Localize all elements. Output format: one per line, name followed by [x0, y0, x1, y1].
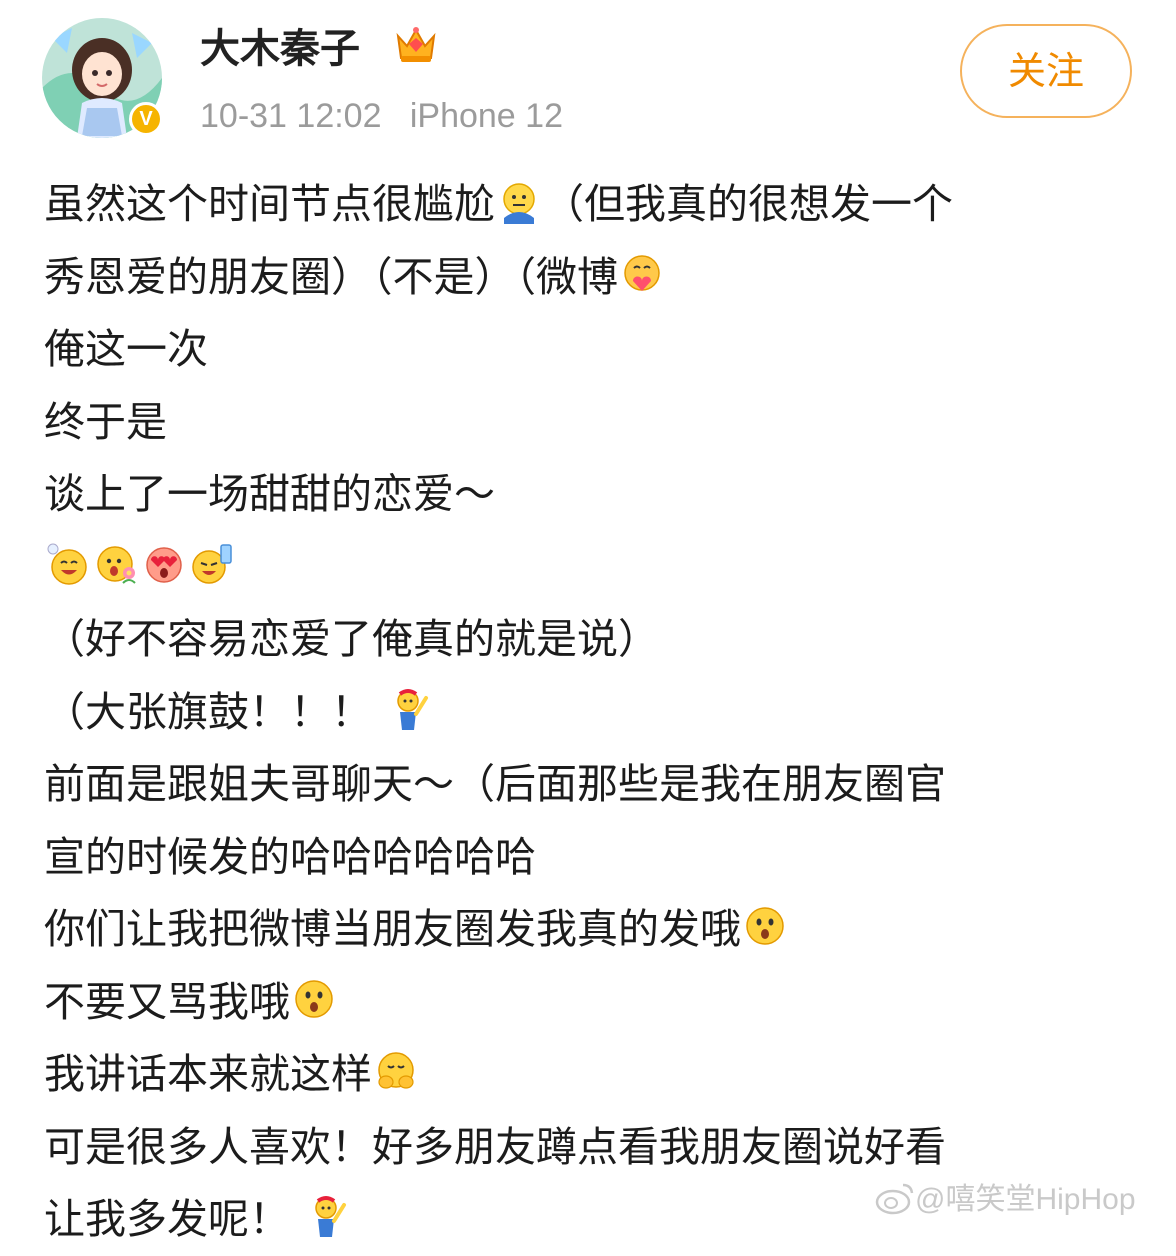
hugging-heart-face-icon: [619, 251, 665, 297]
emoji-row: [44, 531, 1144, 604]
shy-covering-face-icon: [373, 1048, 419, 1094]
cheering-figure-icon: [386, 686, 432, 732]
weibo-logo-icon: [875, 1181, 915, 1215]
timestamp: 10-31 12:02: [200, 97, 382, 135]
post-line: 你们让我把微博当朋友圈发我真的发哦: [44, 893, 1144, 966]
post-body: 虽然这个时间节点很尴尬 （但我真的很想发一个 秀恩爱的朋友圈）（不是）（微博 俺这…: [44, 168, 1144, 1256]
surprised-face-icon: [742, 903, 788, 949]
post-line: 前面是跟姐夫哥聊天～（后面那些是我在朋友圈官: [44, 760, 946, 808]
grin-sweat-face-icon: [45, 541, 91, 587]
username[interactable]: 大木秦子: [200, 22, 360, 76]
flower-face-icon: [93, 541, 139, 587]
post-line: （大张旗鼓！！！: [44, 676, 1144, 749]
post-line: 谈上了一场甜甜的恋爱～: [44, 470, 495, 518]
post-meta: 10-31 12:02 iPhone 12: [200, 94, 563, 138]
post-line: 俺这一次: [44, 325, 208, 373]
follow-button[interactable]: 关注: [960, 24, 1132, 118]
post-line: 不要又骂我哦: [44, 966, 1144, 1039]
cheers-face-icon: [189, 541, 235, 587]
heart-eyes-face-icon: [141, 541, 187, 587]
avatar[interactable]: V: [42, 18, 163, 138]
post-line: 秀恩爱的朋友圈）（不是）（微博: [44, 241, 1144, 314]
device-label: iPhone 12: [409, 97, 563, 135]
verified-badge: V: [129, 102, 163, 136]
post-line: 虽然这个时间节点很尴尬 （但我真的很想发一个: [44, 178, 953, 228]
post-line: 可是很多人喜欢！好多朋友蹲点看我朋友圈说好看: [44, 1122, 946, 1171]
awkward-face-icon: [496, 178, 542, 224]
post-line: 终于是: [44, 397, 167, 446]
cheering-figure-icon: [304, 1193, 350, 1239]
watermark: @嘻笑堂HipHop: [875, 1180, 1175, 1220]
post-line: 我讲话本来就这样: [44, 1038, 1144, 1111]
post-line: （好不容易恋爱了俺真的就是说）: [44, 615, 659, 663]
surprised-face-icon: [291, 976, 337, 1022]
post-line: 宣的时候发的哈哈哈哈哈哈: [44, 832, 536, 881]
crown-icon: [393, 22, 439, 68]
watermark-text: @嘻笑堂HipHop: [915, 1183, 1136, 1216]
